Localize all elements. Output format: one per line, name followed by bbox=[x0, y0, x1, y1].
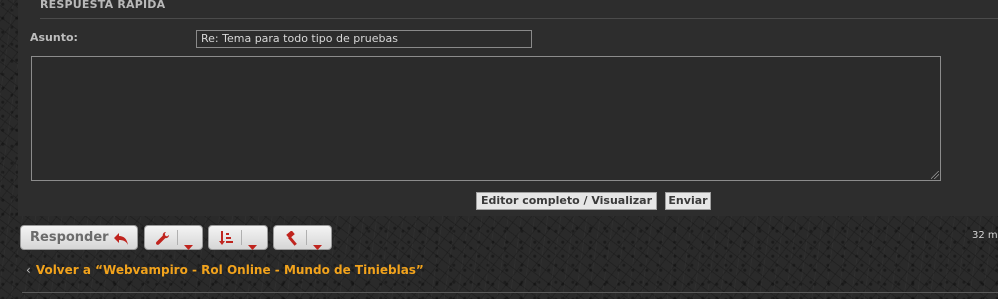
reply-button-label: Responder bbox=[30, 230, 109, 245]
send-button[interactable]: Enviar bbox=[665, 192, 711, 210]
post-count: 32 m bbox=[972, 230, 998, 241]
reply-button[interactable]: Responder bbox=[20, 225, 138, 250]
resize-handle[interactable] bbox=[931, 171, 939, 179]
reply-arrow-icon bbox=[113, 231, 129, 250]
separator bbox=[306, 230, 307, 245]
divider bbox=[40, 18, 998, 19]
caret-down-icon[interactable] bbox=[248, 235, 257, 254]
gavel-icon bbox=[284, 230, 300, 250]
caret-down-icon[interactable] bbox=[184, 235, 193, 254]
full-editor-button[interactable]: Editor completo / Visualizar bbox=[476, 192, 657, 210]
divider bbox=[22, 292, 998, 293]
caret-down-icon[interactable] bbox=[313, 235, 322, 254]
back-to-forum-link[interactable]: ‹ Volver a “Webvampiro - Rol Online - Mun… bbox=[26, 263, 424, 277]
sort-icon bbox=[219, 231, 235, 250]
chevron-left-icon: ‹ bbox=[26, 263, 31, 277]
subject-label: Asunto: bbox=[30, 31, 78, 44]
sort-button[interactable] bbox=[208, 225, 268, 250]
quick-reply-title: RESPUESTA RÁPIDA bbox=[40, 0, 166, 11]
back-link-text: Volver a “Webvampiro - Rol Online - Mund… bbox=[35, 263, 424, 277]
separator bbox=[241, 230, 242, 245]
quick-reply-panel: RESPUESTA RÁPIDA Asunto: Re: Tema para t… bbox=[18, 0, 998, 216]
wrench-icon bbox=[155, 231, 171, 250]
separator bbox=[177, 230, 178, 245]
topic-tools-button[interactable] bbox=[144, 225, 203, 250]
topic-action-bar: Responder bbox=[20, 225, 998, 250]
subject-input[interactable]: Re: Tema para todo tipo de pruebas bbox=[196, 30, 532, 48]
moderation-button[interactable] bbox=[273, 225, 332, 250]
message-textarea[interactable] bbox=[31, 56, 941, 181]
